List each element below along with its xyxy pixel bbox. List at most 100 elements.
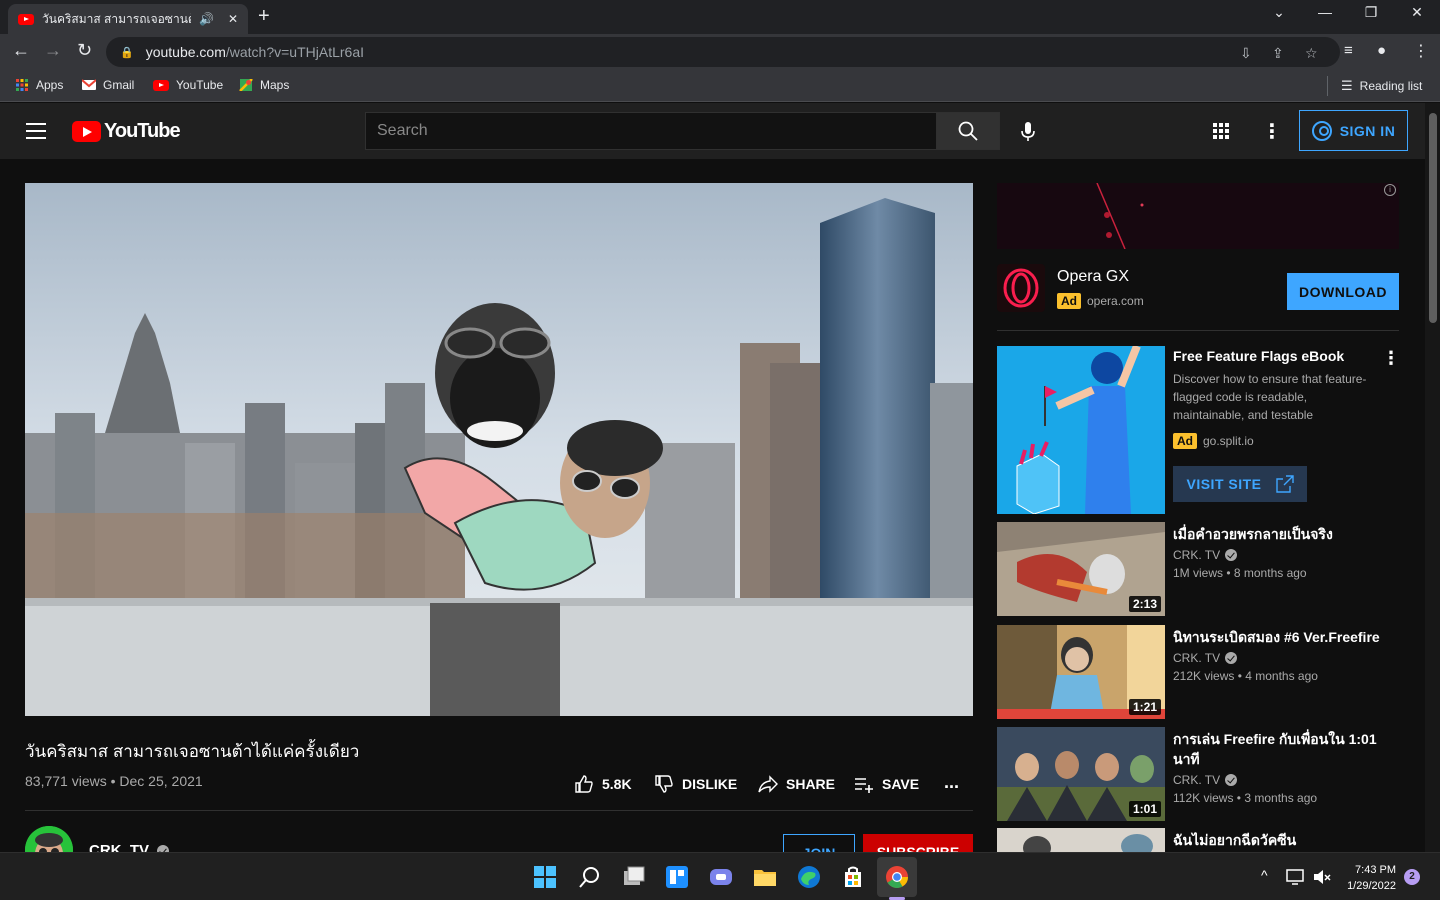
speaker-muted-icon[interactable] — [1312, 867, 1332, 887]
video-channel[interactable]: CRK. TV — [1173, 773, 1238, 787]
video-thumbnail-image — [997, 828, 1165, 852]
save-button[interactable]: SAVE — [854, 774, 919, 794]
gmail-icon — [82, 79, 96, 90]
back-arrow-icon[interactable]: ← — [12, 40, 30, 61]
bookmark-gmail[interactable]: Gmail — [82, 78, 134, 92]
opera-ad-banner[interactable] — [997, 183, 1399, 249]
url-path: /watch?v=uTHjAtLr6aI — [225, 44, 364, 60]
install-app-icon[interactable]: ⇩ — [1240, 45, 1252, 62]
like-button[interactable]: 5.8K — [574, 774, 632, 794]
task-view-icon[interactable] — [622, 865, 646, 889]
tab-search-chevron-icon[interactable]: ⌄ — [1256, 4, 1302, 21]
visit-site-button[interactable]: VISIT SITE — [1173, 466, 1307, 502]
video-title[interactable]: เมื่อคำอวยพรกลายเป็นจริง — [1173, 524, 1383, 544]
video-channel[interactable]: CRK. TV — [1173, 548, 1238, 562]
audio-playing-icon[interactable]: 🔊 — [199, 12, 214, 26]
video-title[interactable]: การเล่น Freefire กับเพื่อนใน 1:01 นาที — [1173, 729, 1383, 769]
dislike-button[interactable]: DISLIKE — [654, 774, 737, 794]
edge-browser-icon[interactable] — [797, 865, 821, 889]
youtube-header: YouTube Search ⋮ SIGN IN — [0, 103, 1425, 159]
opera-ad-title[interactable]: Opera GX — [1057, 268, 1129, 286]
video-title[interactable]: นิทานระเบิดสมอง #6 Ver.Freefire — [1173, 627, 1383, 647]
close-tab-icon[interactable]: ✕ — [228, 12, 238, 26]
download-button[interactable]: DOWNLOAD — [1287, 273, 1399, 310]
hamburger-menu-icon[interactable] — [26, 123, 46, 144]
search-icon[interactable] — [578, 865, 602, 889]
page-scrollbar[interactable] — [1425, 103, 1440, 852]
bookmarks-bar: Apps Gmail YouTube Maps ☰ Reading list — [0, 70, 1440, 102]
system-clock[interactable]: 7:43 PM 1/29/2022 — [1336, 862, 1396, 894]
chrome-browser-icon[interactable] — [885, 865, 909, 889]
network-icon[interactable] — [1285, 867, 1305, 887]
sign-in-button[interactable]: SIGN IN — [1299, 110, 1408, 151]
search-input[interactable]: Search — [365, 112, 937, 150]
visit-site-label: VISIT SITE — [1186, 476, 1262, 492]
forward-arrow-icon[interactable]: → — [44, 40, 62, 61]
more-actions-icon[interactable]: ... — [944, 772, 959, 793]
youtube-apps-icon[interactable] — [1213, 123, 1229, 139]
voice-search-button[interactable] — [1010, 114, 1046, 150]
feature-flags-ad-title[interactable]: Free Feature Flags eBook — [1173, 348, 1344, 364]
share-arrow-icon — [758, 775, 778, 793]
close-window-button[interactable]: ✕ — [1394, 4, 1440, 21]
bookmark-maps[interactable]: Maps — [239, 78, 289, 92]
bookmark-youtube[interactable]: YouTube — [153, 78, 223, 92]
video-thumbnail[interactable] — [997, 828, 1165, 852]
opera-gx-logo[interactable] — [997, 264, 1045, 312]
browser-tab-youtube[interactable]: วันคริสมาส สามารถเจอซานต้าได้ 🔊 ✕ — [8, 4, 248, 34]
teams-chat-icon[interactable] — [709, 865, 733, 889]
scrollbar-thumb[interactable] — [1429, 113, 1437, 323]
widgets-icon[interactable] — [665, 865, 689, 889]
system-tray-chevron-icon[interactable]: ^ — [1261, 867, 1268, 883]
feature-flags-ad-domain: go.split.io — [1203, 434, 1254, 448]
video-channel[interactable]: CRK. TV — [1173, 651, 1238, 665]
recommended-video[interactable]: 2:13 เมื่อคำอวยพรกลายเป็นจริง CRK. TV 1M… — [997, 522, 1399, 616]
address-bar[interactable]: 🔒 youtube.com /watch?v=uTHjAtLr6aI ⇩ ⇪ ☆ — [106, 37, 1340, 67]
ad-info-icon[interactable]: i — [1384, 184, 1396, 196]
bookmark-divider — [1327, 76, 1328, 96]
bookmark-apps[interactable]: Apps — [15, 78, 63, 92]
profile-icon[interactable]: ● — [1377, 42, 1386, 59]
recommended-video[interactable]: 1:01 การเล่น Freefire กับเพื่อนใน 1:01 น… — [997, 727, 1399, 821]
ad-badge: Ad — [1173, 433, 1197, 449]
video-thumbnail[interactable]: 1:01 — [997, 727, 1165, 821]
windows-start-icon[interactable] — [533, 865, 557, 889]
youtube-logo[interactable]: YouTube — [72, 120, 181, 143]
share-page-icon[interactable]: ⇪ — [1272, 45, 1284, 62]
recommended-video[interactable]: 1:21 นิทานระเบิดสมอง #6 Ver.Freefire CRK… — [997, 625, 1399, 719]
file-explorer-icon[interactable] — [753, 865, 777, 889]
video-player[interactable] — [25, 183, 973, 716]
minimize-button[interactable]: — — [1302, 4, 1348, 20]
recommended-video[interactable]: ฉันไม่อยากฉีดวัคซีน — [997, 828, 1399, 852]
video-thumbnail[interactable]: 2:13 — [997, 522, 1165, 616]
new-tab-button[interactable]: + — [258, 5, 270, 28]
verified-check-icon — [1225, 652, 1238, 664]
feature-flags-ad-thumbnail[interactable] — [997, 346, 1165, 514]
media-control-icon[interactable]: ≡ — [1344, 42, 1353, 59]
restore-button[interactable]: ❐ — [1348, 4, 1394, 21]
video-duration: 1:21 — [1128, 699, 1161, 715]
ad-menu-icon[interactable]: ⋮ — [1382, 348, 1400, 369]
video-thumbnail[interactable]: 1:21 — [997, 625, 1165, 719]
section-divider — [25, 810, 973, 811]
lock-icon[interactable]: 🔒 — [120, 46, 134, 59]
bookmark-star-icon[interactable]: ☆ — [1305, 45, 1318, 62]
reading-list-label: Reading list — [1359, 79, 1423, 93]
bookmark-label: YouTube — [176, 78, 224, 92]
youtube-favicon-icon — [18, 13, 34, 25]
verified-check-icon — [1225, 549, 1238, 561]
url-host: youtube.com — [145, 44, 226, 60]
microsoft-store-icon[interactable] — [841, 865, 865, 889]
browser-menu-icon[interactable]: ⋮ — [1413, 41, 1429, 61]
share-button[interactable]: SHARE — [758, 774, 835, 794]
youtube-favicon-icon — [153, 79, 169, 91]
search-button[interactable] — [936, 112, 1000, 150]
opera-ad-source: Ad opera.com — [1057, 293, 1144, 309]
notification-badge[interactable]: 2 — [1404, 869, 1420, 885]
video-title[interactable]: ฉันไม่อยากฉีดวัคซีน — [1173, 830, 1383, 850]
browser-tab-strip: วันคริสมาส สามารถเจอซานต้าได้ 🔊 ✕ + ⌄ — … — [0, 0, 1440, 34]
reload-icon[interactable]: ↻ — [77, 40, 92, 61]
reading-list-button[interactable]: ☰ Reading list — [1341, 78, 1422, 94]
settings-more-icon[interactable]: ⋮ — [1262, 119, 1282, 144]
bookmark-label: Apps — [36, 78, 64, 92]
